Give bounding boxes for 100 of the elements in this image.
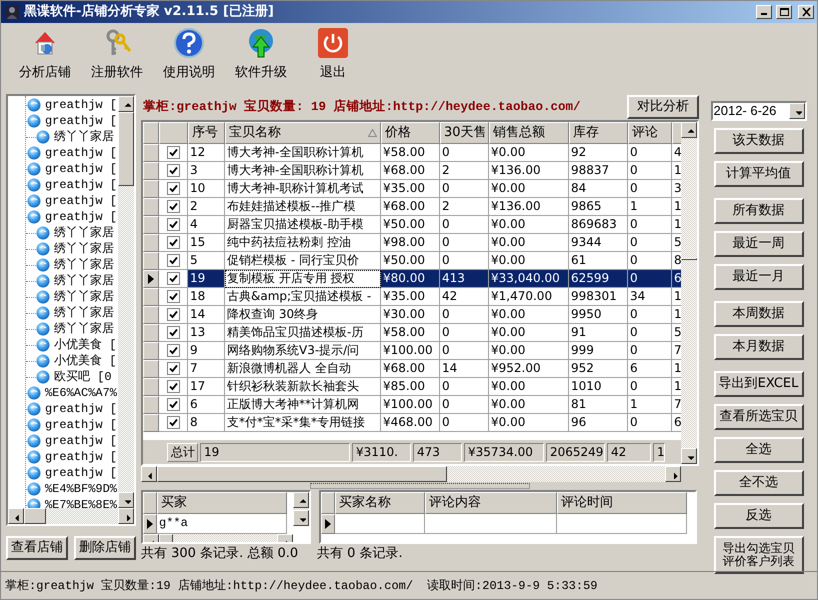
column-header[interactable]: 价格 [381, 122, 440, 144]
table-cell: 10 [188, 180, 225, 198]
checkbox[interactable] [166, 164, 180, 178]
checkbox[interactable] [166, 380, 180, 394]
tree-item[interactable]: greathjw [ [44, 144, 118, 162]
scrollbar[interactable] [141, 466, 681, 482]
tree-item[interactable]: 欧买吧 [0 [53, 368, 113, 386]
toolbar-button[interactable]: 使用说明 [153, 27, 225, 91]
scroll-thumb[interactable] [24, 508, 46, 524]
action-button[interactable]: 本周数据 [714, 301, 804, 327]
action-button[interactable]: 导出勾选宝贝评价客户列表 [714, 536, 804, 574]
checkbox[interactable] [166, 398, 180, 412]
column-header[interactable]: 序号 [188, 122, 225, 144]
close-button[interactable] [798, 5, 814, 19]
minimize-icon [761, 13, 767, 15]
tree-item[interactable]: 绣丫丫家居 [53, 256, 115, 274]
column-header[interactable] [672, 122, 681, 144]
tree-item[interactable]: 绣丫丫家居 [53, 272, 115, 290]
toolbar-button[interactable]: 注册软件 [81, 27, 153, 91]
action-button[interactable]: 最近一月 [714, 264, 804, 290]
checkbox[interactable] [166, 218, 180, 232]
compare-button[interactable]: 对比分析 [627, 95, 699, 119]
toolbar-button[interactable]: 分析店铺 [9, 27, 81, 91]
table-cell: 1010 [569, 378, 628, 396]
tree-item[interactable]: %E4%BF%9D% [44, 480, 118, 498]
shop-button[interactable]: 查看店铺 [6, 536, 68, 560]
scroll-thumb[interactable] [681, 258, 697, 260]
tree-item[interactable]: greathjw [ [44, 208, 118, 226]
tree-item[interactable]: 绣丫丫家居 [53, 224, 115, 242]
column-header[interactable]: 买家名称 [335, 492, 425, 514]
column-header[interactable]: 评论内容 [425, 492, 557, 514]
column-header[interactable]: 销售总额 [489, 122, 569, 144]
checkbox[interactable] [166, 326, 180, 340]
tree-item[interactable]: 绣丫丫家居 [53, 128, 115, 146]
checkbox[interactable] [166, 344, 180, 358]
node-icon [26, 434, 41, 448]
column-header[interactable]: 买家 [157, 492, 287, 514]
maximize-button[interactable] [776, 5, 792, 19]
tree-item[interactable]: %E7%BE%8E% [44, 496, 118, 508]
checkbox[interactable] [166, 254, 180, 268]
tree-item[interactable]: greathjw [ [44, 96, 118, 114]
tree-item[interactable]: greathjw [ [44, 448, 118, 466]
table-cell: 复制模板 开店专用 授权 [225, 270, 381, 288]
splitter[interactable] [310, 483, 530, 489]
tree-item[interactable]: 小优美食 [ [53, 352, 118, 370]
action-button[interactable]: 本月数据 [714, 334, 804, 360]
shop-button[interactable]: 删除店铺 [74, 536, 136, 560]
tree-item[interactable]: 绣丫丫家居 [53, 320, 115, 338]
table-cell: 博大考神-全国职称计算机 [225, 144, 381, 162]
column-header[interactable]: 30天售 [440, 122, 489, 144]
checkbox[interactable] [166, 272, 180, 286]
checkbox[interactable] [166, 308, 180, 322]
tree-item[interactable]: 绣丫丫家居 [53, 240, 115, 258]
checkbox[interactable] [166, 146, 180, 160]
action-button[interactable]: 反选 [714, 503, 804, 529]
action-button[interactable]: 查看所选宝贝 [714, 404, 804, 430]
tree-item[interactable]: greathjw [ [44, 160, 118, 178]
column-header[interactable]: 评论 [628, 122, 672, 144]
tree-item[interactable]: greathjw [ [44, 400, 118, 418]
tree-item[interactable]: 绣丫丫家居 [53, 304, 115, 322]
scroll-thumb[interactable] [157, 466, 447, 482]
tree-item[interactable]: greathjw [ [44, 192, 118, 210]
checkbox[interactable] [166, 200, 180, 214]
tree-item[interactable]: 小优美食 [ [53, 336, 118, 354]
column-header[interactable]: 评论时间 [557, 492, 687, 514]
action-button[interactable]: 全选 [714, 437, 804, 463]
scrollbar[interactable] [681, 122, 697, 464]
tree-item[interactable]: %E6%AC%A7% [44, 384, 118, 402]
node-icon [36, 338, 50, 352]
action-button[interactable]: 计算平均值 [714, 161, 804, 187]
row-header[interactable] [321, 514, 335, 534]
tree-item[interactable]: greathjw [ [44, 464, 118, 482]
tree-item[interactable]: greathjw [ [44, 416, 118, 434]
column-header[interactable] [159, 122, 188, 144]
tree-item[interactable]: greathjw [ [44, 176, 118, 194]
table-cell: ¥0.00 [489, 378, 569, 396]
tree-item[interactable]: greathjw [ [44, 112, 118, 130]
checkbox[interactable] [166, 290, 180, 304]
minimize-button[interactable] [756, 5, 772, 19]
action-button[interactable]: 最近一周 [714, 231, 804, 257]
action-button[interactable]: 所有数据 [714, 198, 804, 224]
checkbox[interactable] [166, 362, 180, 376]
row-header[interactable] [143, 514, 157, 534]
column-header[interactable]: 库存 [569, 122, 628, 144]
checkbox[interactable] [166, 236, 180, 250]
action-button[interactable]: 该天数据 [714, 128, 804, 154]
column-header[interactable]: 宝贝名称 [225, 122, 381, 144]
scroll-thumb[interactable] [118, 112, 134, 186]
toolbar-button[interactable]: 退出 [297, 27, 369, 91]
tree-item[interactable]: 绣丫丫家居 [53, 288, 115, 306]
toolbar-button[interactable]: 软件升级 [225, 27, 297, 91]
action-button[interactable]: 导出到EXCEL [714, 371, 804, 397]
row-header[interactable] [143, 270, 159, 288]
tree-item[interactable]: greathjw [ [44, 432, 118, 450]
scrollbar[interactable] [118, 96, 134, 508]
date-picker[interactable]: 2012- 6-26 [710, 101, 806, 121]
action-button[interactable]: 全不选 [714, 470, 804, 496]
checkbox[interactable] [166, 416, 180, 430]
scrollbar[interactable] [293, 492, 309, 526]
checkbox[interactable] [166, 182, 180, 196]
